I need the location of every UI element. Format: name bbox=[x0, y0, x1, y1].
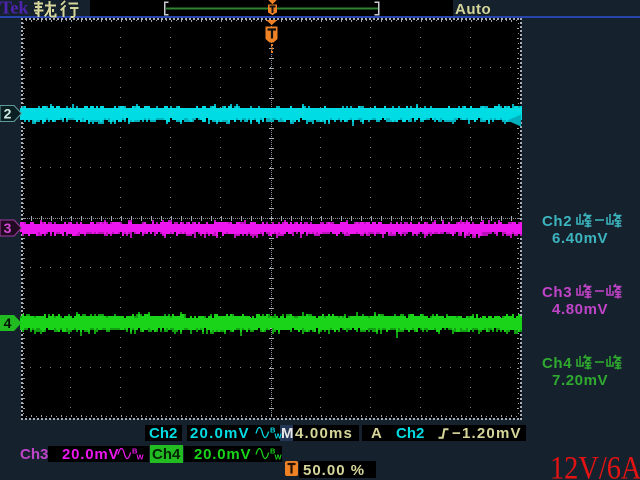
svg-text:Ch2: Ch2 bbox=[396, 425, 424, 442]
svg-text:Ch2: Ch2 bbox=[149, 425, 177, 442]
svg-text:M: M bbox=[281, 425, 294, 442]
svg-text:50.00 %: 50.00 % bbox=[303, 462, 365, 479]
svg-text:3: 3 bbox=[4, 220, 12, 236]
svg-text:6.40mV: 6.40mV bbox=[552, 230, 608, 247]
svg-text:Ch4: Ch4 bbox=[542, 355, 572, 372]
svg-text:4: 4 bbox=[4, 315, 12, 331]
svg-text:2: 2 bbox=[4, 106, 12, 122]
svg-text:12V/6A: 12V/6A bbox=[550, 450, 640, 480]
svg-text:20.0mV: 20.0mV bbox=[190, 425, 250, 442]
svg-text:4.00ms: 4.00ms bbox=[295, 425, 353, 442]
svg-text:−1.20mV: −1.20mV bbox=[452, 425, 522, 442]
svg-text:4.80mV: 4.80mV bbox=[552, 301, 608, 318]
svg-text:Ch2: Ch2 bbox=[542, 213, 572, 230]
svg-text:Tek: Tek bbox=[0, 0, 28, 18]
svg-text:Ch3: Ch3 bbox=[542, 284, 572, 301]
svg-text:7.20mV: 7.20mV bbox=[552, 372, 608, 389]
svg-text:A: A bbox=[371, 425, 382, 442]
svg-text:Auto: Auto bbox=[455, 1, 491, 18]
